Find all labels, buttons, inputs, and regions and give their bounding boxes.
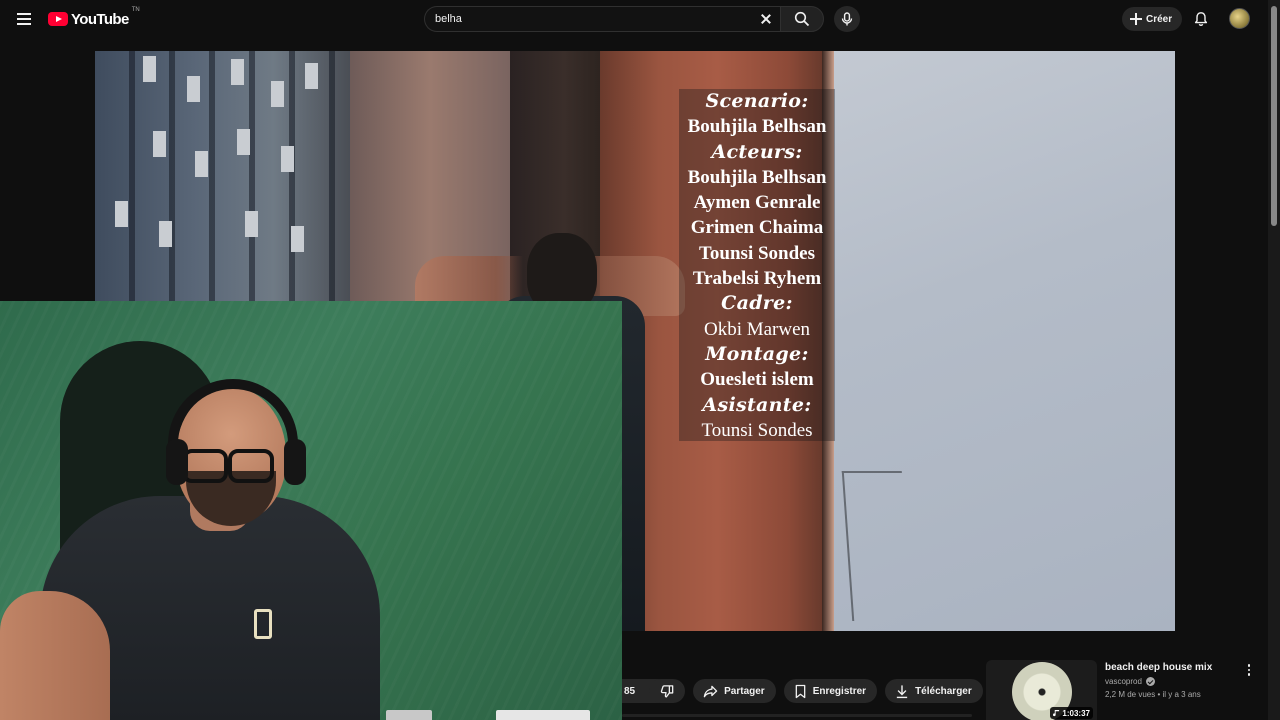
credit-name: Trabelsi Ryhem <box>692 268 822 290</box>
menu-dot <box>1247 673 1251 676</box>
mic-icon <box>841 12 853 26</box>
bookmark-icon <box>795 684 806 698</box>
more-vertical-icon[interactable] <box>1241 662 1257 678</box>
video-background-wall <box>95 51 350 301</box>
create-button[interactable]: Créer <box>1122 7 1183 31</box>
voice-search-button[interactable] <box>834 6 860 32</box>
credit-name: Ouesleti islem <box>700 369 814 391</box>
headphone-cup <box>284 439 306 485</box>
credit-heading: Montage: <box>705 342 809 365</box>
credit-name: Tounsi Sondes <box>698 242 815 264</box>
save-label: Enregistrer <box>812 685 867 697</box>
dislike-button[interactable] <box>649 679 686 703</box>
avatar[interactable] <box>1229 8 1250 29</box>
youtube-logo[interactable]: YouTube TN <box>48 7 140 28</box>
webcam-overlay <box>0 301 622 720</box>
download-icon <box>896 684 908 698</box>
duration-badge: 1:03:37 <box>1050 707 1093 719</box>
webcam-person-arm <box>0 591 110 720</box>
recommended-video[interactable]: 1:03:37 beach deep house mix vascoprod 2… <box>986 660 1261 720</box>
desk-item <box>386 710 432 720</box>
share-button[interactable]: Partager <box>693 679 776 703</box>
headphone-cup <box>166 439 188 485</box>
credit-name: Bouhjila Belhsan <box>687 116 827 138</box>
recommended-video-meta: 2,2 M de vues • il y a 3 ans <box>1105 690 1201 699</box>
recommended-video-details: beach deep house mix vascoprod 2,2 M de … <box>1105 660 1261 720</box>
notifications-button[interactable] <box>1190 8 1212 30</box>
menu-dot <box>1247 668 1251 672</box>
search-icon <box>794 11 810 27</box>
video-credits-overlay: Scenario: Bouhjila Belhsan Acteurs: Bouh… <box>679 89 835 441</box>
verified-icon <box>1145 677 1155 686</box>
credit-name: Tounsi Sondes <box>701 419 813 441</box>
share-label: Partager <box>724 685 765 697</box>
description-box-edge <box>622 714 972 717</box>
video-wall-crack <box>841 471 913 621</box>
logo-text: YouTube <box>71 10 129 28</box>
video-actions: 85 Partager Enregistrer Télécharger <box>622 679 1015 703</box>
credit-heading: Scenario: <box>705 90 809 112</box>
desk-item <box>496 710 590 720</box>
page-scrollbar[interactable] <box>1268 0 1280 720</box>
download-button[interactable]: Télécharger <box>885 679 983 703</box>
plus-icon <box>1130 13 1142 25</box>
bell-icon <box>1194 12 1208 26</box>
download-label: Télécharger <box>915 685 972 697</box>
recommended-video-channel[interactable]: vascoprod <box>1105 677 1261 686</box>
close-icon[interactable] <box>758 11 774 27</box>
masthead: YouTube TN Créer <box>0 0 1268 38</box>
credit-name: Okbi Marwen <box>703 318 811 340</box>
search-box <box>424 6 780 32</box>
credit-heading: Acteurs: <box>711 140 803 163</box>
save-button[interactable]: Enregistrer <box>783 679 878 703</box>
search-button[interactable] <box>780 6 824 32</box>
credit-name: Grimen Chaima <box>690 217 824 239</box>
create-label: Créer <box>1146 13 1173 25</box>
menu-dot <box>1247 664 1251 667</box>
recommended-video-thumbnail[interactable]: 1:03:37 <box>986 660 1097 720</box>
channel-name: vascoprod <box>1105 677 1142 686</box>
search-input[interactable] <box>435 13 758 25</box>
scrollbar-thumb[interactable] <box>1271 6 1277 226</box>
credit-name: Aymen Genrale <box>693 192 821 214</box>
music-note-icon <box>1053 709 1060 717</box>
recommended-video-title[interactable]: beach deep house mix <box>1105 661 1261 674</box>
youtube-play-icon <box>48 12 68 26</box>
shirt-logo <box>254 609 272 639</box>
credit-heading: Cadre: <box>721 292 793 315</box>
menu-icon[interactable] <box>12 7 36 31</box>
credit-name: Bouhjila Belhsan <box>687 166 827 188</box>
share-icon <box>703 685 718 697</box>
thumbs-down-icon <box>660 684 673 697</box>
logo-country-code: TN <box>131 7 140 13</box>
duration-text: 1:03:37 <box>1062 708 1090 718</box>
credit-heading: Asistante: <box>702 393 812 416</box>
search-bar <box>424 6 824 32</box>
like-count[interactable]: 85 <box>622 686 641 697</box>
